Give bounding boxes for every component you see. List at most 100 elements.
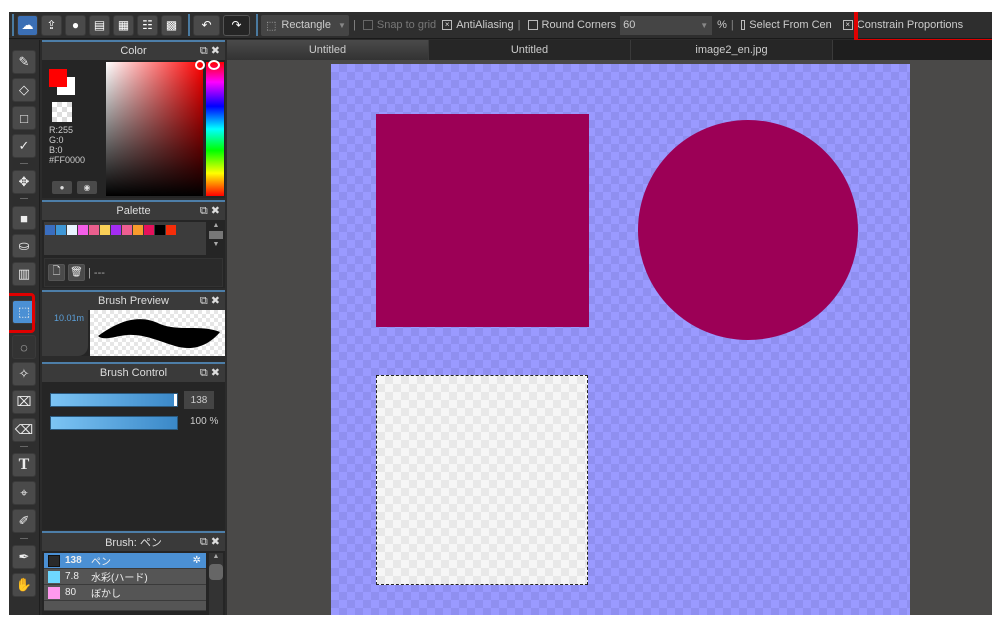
brush-list-item[interactable] xyxy=(44,601,206,611)
pen-icon: ✐ xyxy=(18,513,30,528)
grid-edit-icon[interactable]: ▩ xyxy=(161,14,182,36)
detach-close-icons[interactable]: ⧉ ✖ xyxy=(200,535,220,549)
shape-tool[interactable]: □ xyxy=(12,106,36,130)
hue-slider[interactable] xyxy=(206,62,224,196)
move-tool[interactable]: ✥ xyxy=(12,170,36,194)
palette-swatch[interactable] xyxy=(166,225,176,235)
brush-size-slider[interactable] xyxy=(50,393,178,407)
polyline-tool[interactable]: ✓ xyxy=(12,134,36,158)
scroll-up-icon[interactable]: ▲ xyxy=(209,553,223,560)
antialiasing-option[interactable]: × AntiAliasing xyxy=(439,19,514,31)
brush-panel: Brush: ペン ⧉ ✖ 138 ペン ✲ 7.8 水彩(ハード) 80 ぼか… xyxy=(42,531,225,615)
color-palette-button[interactable]: ● xyxy=(52,181,72,194)
brush-list-item[interactable]: 7.8 水彩(ハード) xyxy=(44,569,206,585)
rectangle-selection[interactable] xyxy=(376,375,588,585)
lasso-tool[interactable]: ◌ xyxy=(12,335,36,359)
text-tool[interactable]: T xyxy=(12,453,36,477)
snap-to-grid-option[interactable]: Snap to grid xyxy=(360,19,436,31)
antialiasing-checkbox[interactable]: × xyxy=(442,20,453,30)
snap-to-grid-checkbox[interactable] xyxy=(362,20,373,30)
color-picker-icon: ◉ xyxy=(83,183,91,192)
select-pen-tool[interactable]: ⌧ xyxy=(12,390,36,414)
delete-palette-button[interactable]: 🗑 xyxy=(68,264,85,281)
color-picker-button[interactable]: ◉ xyxy=(77,181,97,194)
tab-untitled-1[interactable]: Untitled xyxy=(227,40,429,60)
palette-scrollbar[interactable]: ▲ ▼ xyxy=(209,222,223,255)
palette-swatch[interactable] xyxy=(133,225,143,235)
gradient-icon: ▥ xyxy=(17,266,31,281)
brush-opacity-value: 100 % xyxy=(190,416,219,427)
tab-untitled-2[interactable]: Untitled xyxy=(429,40,631,60)
palette-swatch[interactable] xyxy=(111,225,121,235)
cloud-icon[interactable]: ☁ xyxy=(17,14,38,36)
tool-divider xyxy=(20,446,28,447)
scroll-thumb[interactable] xyxy=(209,231,223,239)
slider-handle[interactable] xyxy=(174,394,177,406)
round-corners-label: Round Corners xyxy=(541,19,617,31)
select-eraser-tool[interactable]: ⌫ xyxy=(12,418,36,442)
gear-icon[interactable]: ✲ xyxy=(193,555,201,566)
percent-label: % xyxy=(717,19,727,31)
new-palette-button[interactable]: 🗋 xyxy=(48,264,65,281)
brush-color-swatch xyxy=(48,554,60,567)
saturation-value-picker[interactable] xyxy=(106,62,203,196)
detach-close-icons[interactable]: ⧉ ✖ xyxy=(200,294,220,308)
gradient-tool[interactable]: ▥ xyxy=(12,262,36,286)
detach-close-icons[interactable]: ⧉ ✖ xyxy=(200,366,220,380)
tab-image2-en[interactable]: image2_en.jpg xyxy=(631,40,833,60)
scroll-thumb[interactable] xyxy=(209,564,223,580)
document-icon[interactable]: ▦ xyxy=(113,14,134,36)
comment-icon[interactable]: ● xyxy=(65,14,86,36)
round-corners-checkbox[interactable] xyxy=(527,20,538,30)
foreground-color-swatch[interactable] xyxy=(49,69,67,87)
select-from-center-checkbox[interactable] xyxy=(740,20,746,30)
toolbar-separator xyxy=(188,14,190,36)
transparent-color-swatch[interactable] xyxy=(52,102,72,122)
hand-tool[interactable]: ✋ xyxy=(12,573,36,597)
palette-swatch[interactable] xyxy=(122,225,132,235)
tool-divider xyxy=(20,198,28,199)
eyedropper-tool[interactable]: ✒ xyxy=(12,545,36,569)
redo-button[interactable]: ↷ xyxy=(223,14,250,36)
drawing-canvas[interactable] xyxy=(331,64,910,615)
constrain-proportions-checkbox[interactable]: × xyxy=(842,20,853,30)
palette-swatch[interactable] xyxy=(144,225,154,235)
scroll-up-icon[interactable]: ▲ xyxy=(209,222,223,229)
brush-list-item[interactable]: 80 ぼかし xyxy=(44,585,206,601)
sv-marker[interactable] xyxy=(195,60,205,70)
undo-button[interactable]: ↶ xyxy=(193,14,220,36)
palette-swatch[interactable] xyxy=(45,225,55,235)
brush-list-scrollbar[interactable]: ▲ xyxy=(209,553,223,615)
panel-title: Palette xyxy=(116,205,151,217)
round-corners-option[interactable]: Round Corners xyxy=(525,19,617,31)
palette-swatch[interactable] xyxy=(78,225,88,235)
document-tabs: Untitled Untitled image2_en.jpg xyxy=(227,40,992,60)
select-from-center-option[interactable]: Select From Cen xyxy=(738,19,832,31)
palette-swatch[interactable] xyxy=(155,225,165,235)
detach-close-icons[interactable]: ⧉ ✖ xyxy=(200,204,220,218)
brush-icon: ✎ xyxy=(18,54,30,69)
layer-settings-icon[interactable]: ☷ xyxy=(137,14,158,36)
scroll-down-icon[interactable]: ▼ xyxy=(209,241,223,248)
palette-swatch[interactable] xyxy=(67,225,77,235)
palette-swatch[interactable] xyxy=(56,225,66,235)
round-corners-input[interactable]: 60 ▼ xyxy=(620,15,713,35)
detach-close-icons[interactable]: ⧉ ✖ xyxy=(200,44,220,58)
palette-swatch[interactable] xyxy=(89,225,99,235)
operation-tool[interactable]: ⌖ xyxy=(12,481,36,505)
hue-marker[interactable] xyxy=(208,60,220,70)
fill-tool[interactable]: ■ xyxy=(12,206,36,230)
message-icon[interactable]: ▤ xyxy=(89,14,110,36)
brush-size-value[interactable]: 138 xyxy=(184,391,214,409)
magic-wand-tool[interactable]: ✧ xyxy=(12,362,36,386)
divide-tool[interactable]: ✐ xyxy=(12,509,36,533)
eraser-tool[interactable]: ◇ xyxy=(12,78,36,102)
shape-type-select[interactable]: ⬚ Rectangle ▼ xyxy=(261,14,349,36)
chevron-down-icon[interactable]: ▼ xyxy=(700,21,708,30)
brush-list-item[interactable]: 138 ペン ✲ xyxy=(44,553,206,569)
brush-tool[interactable]: ✎ xyxy=(12,50,36,74)
share-icon[interactable]: ⇪ xyxy=(41,14,62,36)
palette-swatch[interactable] xyxy=(100,225,110,235)
brush-opacity-slider[interactable] xyxy=(50,416,178,430)
bucket-tool[interactable]: ⛀ xyxy=(12,234,36,258)
